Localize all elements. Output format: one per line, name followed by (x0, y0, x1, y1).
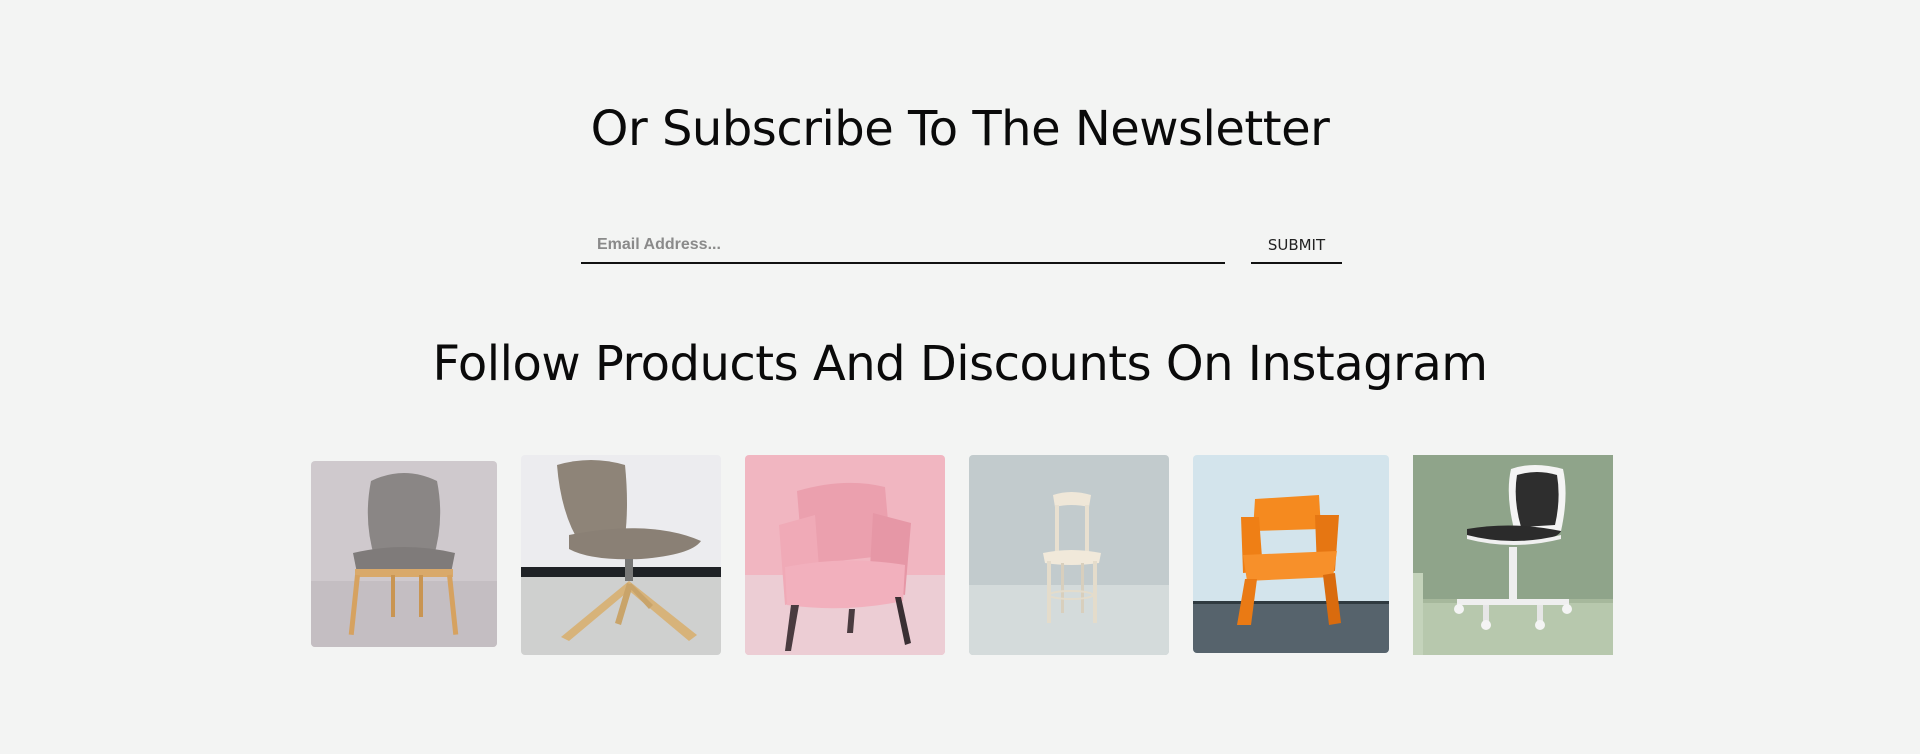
instagram-image-1[interactable] (311, 461, 497, 647)
instagram-image-6[interactable] (1413, 455, 1613, 655)
submit-button[interactable]: SUBMIT (1251, 228, 1342, 264)
newsletter-instagram-section: Or Subscribe To The Newsletter SUBMIT Fo… (0, 0, 1920, 754)
white-bentwood-chair-image (969, 455, 1169, 655)
grey-dining-chair-image (311, 461, 497, 647)
instagram-image-4[interactable] (969, 455, 1169, 655)
email-field-container (581, 228, 1225, 264)
instagram-image-3[interactable] (745, 455, 945, 655)
instagram-title: Follow Products And Discounts On Instagr… (432, 336, 1488, 392)
instagram-image-5[interactable] (1193, 455, 1389, 653)
orange-chair-image (1193, 455, 1389, 653)
pink-armchair-image (745, 455, 945, 655)
grey-swivel-chair-image (521, 455, 721, 655)
newsletter-title: Or Subscribe To The Newsletter (590, 101, 1330, 157)
office-chair-image (1413, 455, 1613, 655)
instagram-image-2[interactable] (521, 455, 721, 655)
email-field[interactable] (581, 228, 1225, 262)
